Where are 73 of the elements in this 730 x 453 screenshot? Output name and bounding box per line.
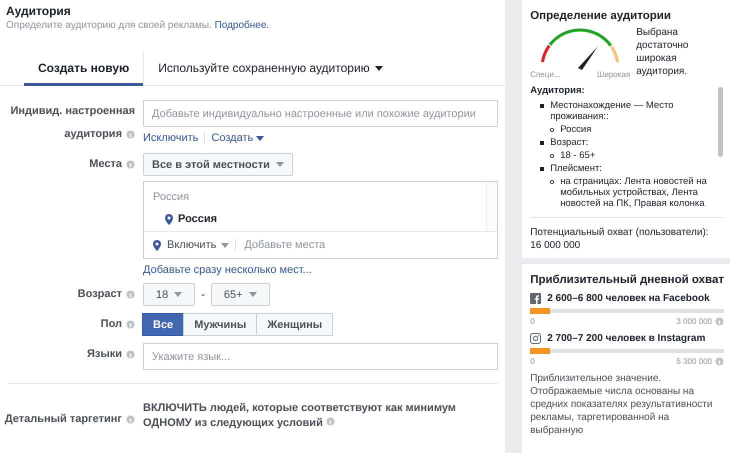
location-group-label: Россия [153,191,190,203]
targeting-description: ВКЛЮЧИТЬ людей, которые соответствуют как минимум ОДНОМУ из следующих условий [143,401,457,431]
bullet-icon [550,154,554,158]
section-subtitle: Определите аудиторию для своей рекламы. Подробнее. [5,20,270,31]
info-icon [126,350,135,359]
caret-icon [174,292,182,297]
info-icon [715,317,724,326]
audience-summary-item: Россия [560,124,592,135]
tab[interactable]: Создать новую [24,51,144,86]
info-icon [126,130,135,139]
gauge-label: Специ... [530,70,560,79]
info-icon [126,160,135,169]
custom-audience-field[interactable]: Добавьте индивидуально настроенные или похожие аудитории [143,100,498,127]
audience-summary-item: 18 - 65+ [560,150,596,161]
gauge-label: Широкая [597,70,630,79]
info-icon [126,320,135,329]
field-label: Индивид. настроенная [10,104,135,119]
location-item: Россия [178,213,218,225]
card-title: Определение аудитории [530,10,672,22]
potential-reach-label: Потенциальный охват (пользователи): [530,226,710,239]
potential-reach-value: 16 000 000 [530,239,582,252]
audience-summary-item: Местонахождение — Место проживания:: [550,100,674,122]
gender-option[interactable]: Все [142,313,184,336]
tab[interactable]: Используйте сохраненную аудиторию [143,51,397,86]
location-pin-icon [153,240,161,250]
bullet-icon [540,104,544,108]
include-dropdown[interactable]: Включить [167,239,230,251]
bullet-icon [540,141,544,145]
info-icon [326,417,335,426]
axis-min: 0 [530,357,535,366]
location-type-dropdown[interactable]: Все в этой местности [143,153,293,176]
learn-more-link[interactable]: Подробнее. [214,20,270,31]
field-label: Возраст [78,287,122,302]
axis-max: 5 300 000 [676,357,712,366]
language-field[interactable]: Укажите язык... [143,343,498,370]
audience-verdict: Выбрана достаточно широкая аудитория. [636,26,690,79]
info-icon [715,357,724,366]
summary-title: Аудитория: [530,85,586,96]
age-to-dropdown[interactable]: 65+ [210,283,270,306]
info-icon [126,290,135,299]
field-label: Детальный таргетинг [4,412,122,427]
card-title: Приблизительный дневной охват [530,274,724,286]
location-pin-icon [165,214,173,224]
axis-max: 3 000 000 [676,317,712,326]
gender-option[interactable]: Женщины [256,313,334,336]
caret-icon [221,242,230,248]
bullet-icon [550,128,554,132]
reach-note: Приблизительное значение. Отображаемые числа основаны на средних показателях результативности рекламы, таргетированной на выбранную [530,372,714,437]
field-label: аудитория [64,127,122,142]
field-label: Пол [100,317,122,332]
gender-option[interactable]: Мужчины [183,313,258,336]
instagram-icon [530,333,542,344]
field-label: Места [89,157,122,172]
action-link[interactable]: Создать [211,132,264,144]
audience-summary-item: Возраст: [550,137,588,148]
age-separator: - [201,288,205,300]
facebook-icon [530,293,542,304]
axis-min: 0 [530,317,535,326]
audience-summary-item: Плейсмент: [550,163,602,174]
bullet-icon [540,167,544,171]
age-from-dropdown[interactable]: 18 [143,283,196,306]
field-label: Языки [86,347,122,362]
caret-icon [276,162,284,167]
action-link[interactable]: Исключить [143,132,198,144]
audience-summary-item: на страницах: Лента новостей на мобильных устройствах, Лента новостей на ПК, Правая колонка [560,176,708,209]
reach-estimate: 2 600–6 800 человек на Facebook [547,293,710,304]
section-title: Аудитория [5,4,72,18]
scrollbar-thumb[interactable] [718,87,722,157]
caret-icon [248,292,257,297]
info-icon [126,415,135,424]
bulk-locations-link[interactable]: Добавьте сразу несколько мест... [143,264,498,276]
reach-estimate: 2 700–7 200 человек в Instagram [547,333,706,344]
bullet-icon [550,180,554,184]
